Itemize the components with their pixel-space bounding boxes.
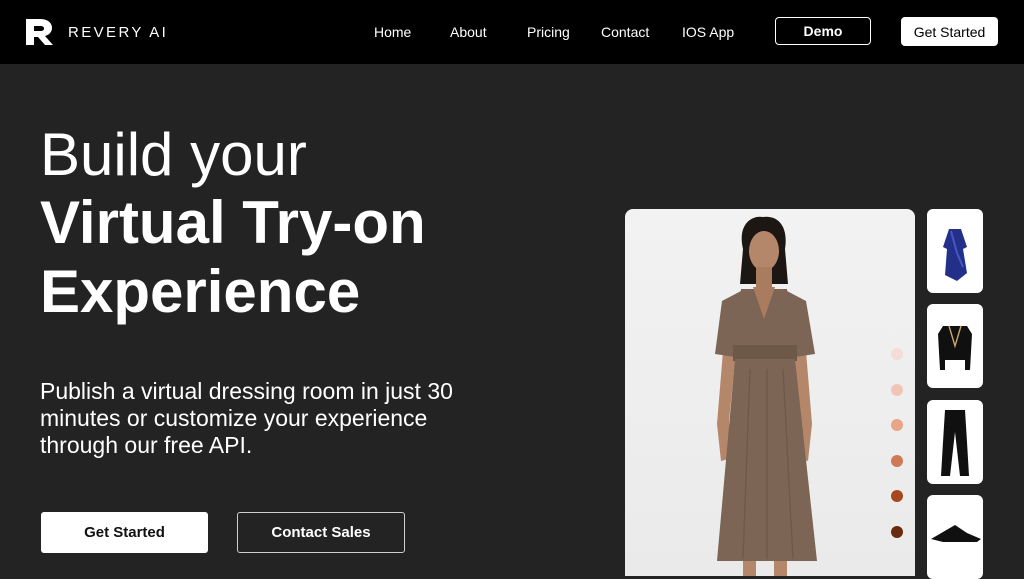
hero-get-started-button[interactable]: Get Started (41, 512, 208, 553)
top-navigation: REVERY AI Home About Pricing Contact IOS… (0, 0, 1024, 64)
color-swatch-3[interactable] (891, 419, 903, 431)
nav-link-home[interactable]: Home (374, 24, 411, 40)
nav-link-ios-app[interactable]: IOS App (682, 24, 734, 40)
brand-name: REVERY AI (68, 23, 169, 41)
contact-sales-button[interactable]: Contact Sales (237, 512, 405, 553)
hero-headline-line-2: Virtual Try-on (40, 189, 426, 256)
product-thumbnail-black-shoe[interactable] (927, 495, 983, 579)
nav-link-pricing[interactable]: Pricing (527, 24, 570, 40)
hero-headline-line-3: Experience (40, 258, 361, 325)
color-swatch-1[interactable] (891, 348, 903, 360)
demo-button[interactable]: Demo (775, 17, 871, 45)
hero-subtitle: Publish a virtual dressing room in just … (40, 378, 453, 458)
nav-link-contact[interactable]: Contact (601, 24, 649, 40)
product-thumbnail-blue-dress[interactable] (927, 209, 983, 293)
model-in-dress-image (715, 216, 817, 576)
black-shoe-icon (931, 525, 981, 542)
product-thumbnail-black-jacket[interactable] (927, 304, 983, 388)
black-jacket-icon (938, 325, 972, 370)
nav-link-about[interactable]: About (450, 24, 487, 40)
nav-get-started-button[interactable]: Get Started (901, 17, 998, 46)
revery-logo-icon (26, 19, 53, 45)
hero-headline-line-1: Build your (40, 121, 307, 188)
color-swatch-5[interactable] (891, 490, 903, 502)
blue-dress-icon (943, 229, 967, 281)
color-swatch-6[interactable] (891, 526, 903, 538)
black-pants-icon (941, 410, 969, 476)
brand-logo[interactable]: REVERY AI (25, 18, 168, 46)
color-swatch-4[interactable] (891, 455, 903, 467)
model-preview-card (625, 209, 915, 576)
color-swatch-2[interactable] (891, 384, 903, 396)
product-thumbnail-black-pants[interactable] (927, 400, 983, 484)
